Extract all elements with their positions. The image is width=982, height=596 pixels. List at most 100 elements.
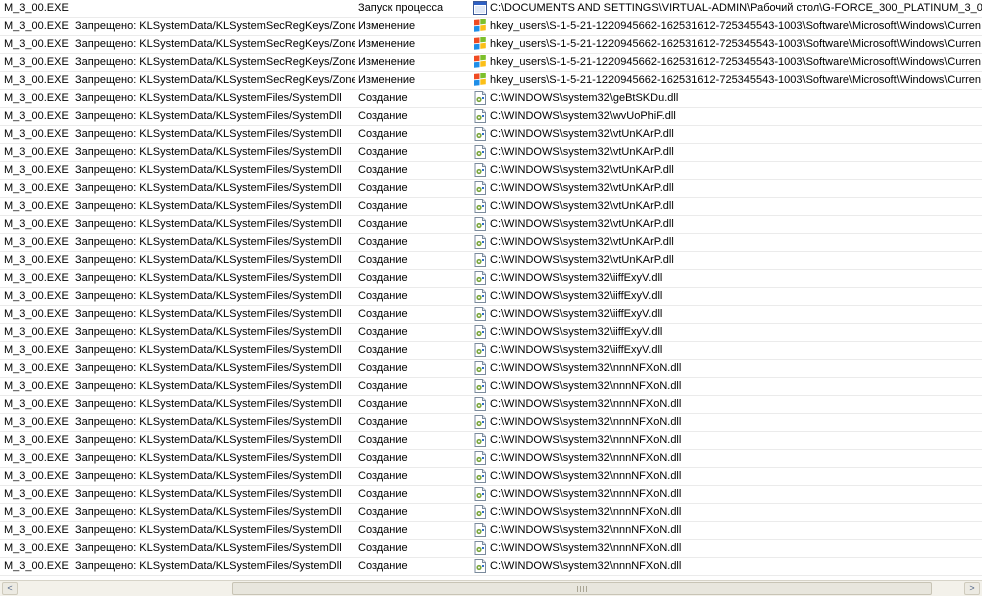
- operation-cell: Создание: [358, 506, 408, 518]
- process-name-cell: M_3_00.EXE: [4, 434, 69, 446]
- object-path-cell: hkey_users\S-1-5-21-1220945662-162531612…: [490, 56, 982, 68]
- operation-cell: Создание: [358, 290, 408, 302]
- table-row[interactable]: M_3_00.EXE Запрещено: KLSystemData/KLSyst…: [0, 504, 982, 522]
- dll-file-icon: [473, 523, 489, 539]
- dll-file-icon: [473, 91, 489, 107]
- dll-file-icon: [473, 235, 489, 251]
- object-path-cell: C:\WINDOWS\system32\iiffExyV.dll: [490, 326, 663, 338]
- table-row[interactable]: M_3_00.EXE Запрещено: KLSystemData/KLSyst…: [0, 108, 982, 126]
- object-path-cell: C:\WINDOWS\system32\nnnNFXoN.dll: [490, 470, 682, 482]
- table-row[interactable]: M_3_00.EXE Запрещено: KLSystemData/KLSyst…: [0, 342, 982, 360]
- operation-cell: Создание: [358, 326, 408, 338]
- process-name-cell: M_3_00.EXE: [4, 2, 69, 14]
- table-row[interactable]: M_3_00.EXE Запрещено: KLSystemData/KLSyst…: [0, 396, 982, 414]
- operation-cell: Запуск процесса: [358, 2, 444, 14]
- table-row[interactable]: M_3_00.EXE Запрещено: KLSystemData/KLSyst…: [0, 126, 982, 144]
- operation-cell: Создание: [358, 254, 408, 266]
- process-name-cell: M_3_00.EXE: [4, 110, 69, 122]
- scrollbar-thumb[interactable]: [232, 582, 932, 595]
- operation-cell: Создание: [358, 560, 408, 572]
- table-row[interactable]: M_3_00.EXE Запрещено: KLSystemData/KLSyst…: [0, 54, 982, 72]
- process-name-cell: M_3_00.EXE: [4, 38, 69, 50]
- rule-cell: Запрещено: KLSystemData/KLSystemFiles/Sy…: [75, 362, 342, 374]
- table-row[interactable]: M_3_00.EXE Запрещено: KLSystemData/KLSyst…: [0, 144, 982, 162]
- dll-file-icon: [473, 379, 489, 395]
- scroll-right-button[interactable]: >: [964, 582, 980, 595]
- table-row[interactable]: M_3_00.EXE Запрещено: KLSystemData/KLSyst…: [0, 558, 982, 576]
- operation-cell: Создание: [358, 164, 408, 176]
- table-row[interactable]: M_3_00.EXE Запрещено: KLSystemData/KLSyst…: [0, 306, 982, 324]
- rule-cell: Запрещено: KLSystemData/KLSystemFiles/Sy…: [75, 236, 342, 248]
- rule-cell: Запрещено: KLSystemData/KLSystemFiles/Sy…: [75, 326, 342, 338]
- process-name-cell: M_3_00.EXE: [4, 164, 69, 176]
- operation-cell: Создание: [358, 380, 408, 392]
- object-path-cell: C:\WINDOWS\system32\vtUnKArP.dll: [490, 218, 674, 230]
- table-row[interactable]: M_3_00.EXE Запрещено: KLSystemData/KLSyst…: [0, 522, 982, 540]
- table-row[interactable]: M_3_00.EXE Запрещено: KLSystemData/KLSyst…: [0, 36, 982, 54]
- operation-cell: Создание: [358, 182, 408, 194]
- process-name-cell: M_3_00.EXE: [4, 146, 69, 158]
- table-row[interactable]: M_3_00.EXE Запрещено: KLSystemData/KLSyst…: [0, 72, 982, 90]
- table-row[interactable]: M_3_00.EXE Запрещено: KLSystemData/KLSyst…: [0, 180, 982, 198]
- process-name-cell: M_3_00.EXE: [4, 128, 69, 140]
- table-row[interactable]: M_3_00.EXE Запрещено: KLSystemData/KLSyst…: [0, 252, 982, 270]
- dll-file-icon: [473, 451, 489, 467]
- table-row[interactable]: M_3_00.EXE Запрещено: KLSystemData/KLSyst…: [0, 378, 982, 396]
- dll-file-icon: [473, 199, 489, 215]
- operation-cell: Создание: [358, 128, 408, 140]
- table-row[interactable]: M_3_00.EXE Запрещено: KLSystemData/KLSyst…: [0, 432, 982, 450]
- process-name-cell: M_3_00.EXE: [4, 344, 69, 356]
- table-row[interactable]: M_3_00.EXE Запуск процесса C:\DOCUMENTS AN…: [0, 0, 982, 18]
- process-name-cell: M_3_00.EXE: [4, 272, 69, 284]
- object-path-cell: C:\WINDOWS\system32\vtUnKArP.dll: [490, 200, 674, 212]
- table-row[interactable]: M_3_00.EXE Запрещено: KLSystemData/KLSyst…: [0, 162, 982, 180]
- process-name-cell: M_3_00.EXE: [4, 326, 69, 338]
- dll-file-icon: [473, 307, 489, 323]
- table-row[interactable]: M_3_00.EXE Запрещено: KLSystemData/KLSyst…: [0, 324, 982, 342]
- table-row[interactable]: M_3_00.EXE Запрещено: KLSystemData/KLSyst…: [0, 216, 982, 234]
- rule-cell: Запрещено: KLSystemData/KLSystemFiles/Sy…: [75, 398, 342, 410]
- table-row[interactable]: M_3_00.EXE Запрещено: KLSystemData/KLSyst…: [0, 270, 982, 288]
- process-name-cell: M_3_00.EXE: [4, 506, 69, 518]
- table-row[interactable]: M_3_00.EXE Запрещено: KLSystemData/KLSyst…: [0, 540, 982, 558]
- table-row[interactable]: M_3_00.EXE Запрещено: KLSystemData/KLSyst…: [0, 234, 982, 252]
- dll-file-icon: [473, 253, 489, 269]
- object-path-cell: C:\WINDOWS\system32\nnnNFXoN.dll: [490, 416, 682, 428]
- object-path-cell: C:\WINDOWS\system32\iiffExyV.dll: [490, 344, 663, 356]
- process-name-cell: M_3_00.EXE: [4, 542, 69, 554]
- rule-cell: Запрещено: KLSystemData/KLSystemFiles/Sy…: [75, 272, 342, 284]
- rule-cell: Запрещено: KLSystemData/KLSystemFiles/Sy…: [75, 182, 342, 194]
- process-name-cell: M_3_00.EXE: [4, 290, 69, 302]
- rule-cell: Запрещено: KLSystemData/KLSystemFiles/Sy…: [75, 164, 342, 176]
- operation-cell: Создание: [358, 272, 408, 284]
- scroll-left-button[interactable]: <: [2, 582, 18, 595]
- process-name-cell: M_3_00.EXE: [4, 236, 69, 248]
- operation-cell: Изменение: [358, 74, 416, 86]
- rule-cell: Запрещено: KLSystemData/KLSystemSecRegKe…: [75, 38, 355, 50]
- process-name-cell: M_3_00.EXE: [4, 362, 69, 374]
- rule-cell: Запрещено: KLSystemData/KLSystemFiles/Sy…: [75, 218, 342, 230]
- operation-cell: Создание: [358, 398, 408, 410]
- table-row[interactable]: M_3_00.EXE Запрещено: KLSystemData/KLSyst…: [0, 468, 982, 486]
- table-row[interactable]: M_3_00.EXE Запрещено: KLSystemData/KLSyst…: [0, 360, 982, 378]
- object-path-cell: C:\WINDOWS\system32\vtUnKArP.dll: [490, 128, 674, 140]
- dll-file-icon: [473, 343, 489, 359]
- table-row[interactable]: M_3_00.EXE Запрещено: KLSystemData/KLSyst…: [0, 198, 982, 216]
- rule-cell: Запрещено: KLSystemData/KLSystemFiles/Sy…: [75, 380, 342, 392]
- table-row[interactable]: M_3_00.EXE Запрещено: KLSystemData/KLSyst…: [0, 90, 982, 108]
- operation-cell: Создание: [358, 416, 408, 428]
- table-row[interactable]: M_3_00.EXE Запрещено: KLSystemData/KLSyst…: [0, 288, 982, 306]
- horizontal-scrollbar[interactable]: < >: [0, 580, 982, 596]
- dll-file-icon: [473, 433, 489, 449]
- dll-file-icon: [473, 325, 489, 341]
- table-row[interactable]: M_3_00.EXE Запрещено: KLSystemData/KLSyst…: [0, 450, 982, 468]
- table-row[interactable]: M_3_00.EXE Запрещено: KLSystemData/KLSyst…: [0, 18, 982, 36]
- table-row[interactable]: M_3_00.EXE Запрещено: KLSystemData/KLSyst…: [0, 414, 982, 432]
- table-row[interactable]: M_3_00.EXE Запрещено: KLSystemData/KLSyst…: [0, 486, 982, 504]
- object-path-cell: hkey_users\S-1-5-21-1220945662-162531612…: [490, 20, 982, 32]
- rule-cell: Запрещено: KLSystemData/KLSystemFiles/Sy…: [75, 506, 342, 518]
- object-path-cell: C:\WINDOWS\system32\nnnNFXoN.dll: [490, 398, 682, 410]
- object-path-cell: C:\WINDOWS\system32\vtUnKArP.dll: [490, 236, 674, 248]
- object-path-cell: C:\WINDOWS\system32\nnnNFXoN.dll: [490, 362, 682, 374]
- object-path-cell: hkey_users\S-1-5-21-1220945662-162531612…: [490, 38, 982, 50]
